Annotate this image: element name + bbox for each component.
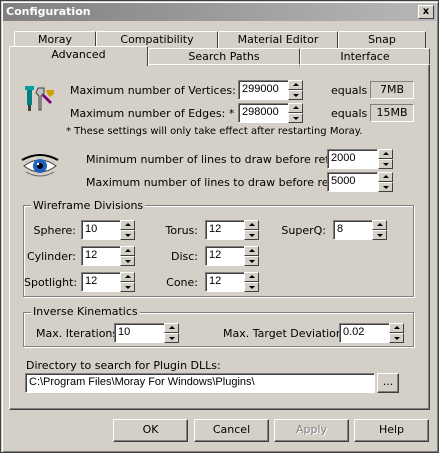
tab-material-editor[interactable]: Material Editor [218, 31, 338, 49]
max-vertices-label: Maximum number of Vertices: * [70, 84, 245, 97]
spin-down-button[interactable] [372, 230, 387, 240]
tab-label: Search Paths [188, 50, 260, 63]
ok-label: OK [142, 423, 159, 436]
spotlight-spinner[interactable] [120, 272, 135, 292]
spotlight-input[interactable]: 12 [81, 272, 121, 292]
max-iterations-input[interactable]: 10 [114, 323, 165, 343]
cylinder-spinner[interactable] [120, 246, 135, 266]
vertices-equals-label: equals [331, 84, 368, 97]
spin-up-button[interactable] [164, 323, 179, 333]
spin-down-button[interactable] [378, 182, 393, 192]
max-lines-spinner[interactable] [378, 172, 393, 192]
close-icon: x [422, 6, 430, 17]
plugin-dir-input[interactable]: C:\Program Files\Moray For Windows\Plugi… [25, 373, 375, 393]
disc-spinner[interactable] [244, 246, 259, 266]
disc-label: Disc: [170, 250, 198, 263]
torus-spinner[interactable] [244, 220, 259, 240]
spin-down-button[interactable] [120, 282, 135, 292]
spin-up-button[interactable] [288, 80, 303, 90]
max-vertices-input[interactable]: 299000 [238, 80, 289, 100]
cancel-label: Cancel [212, 423, 251, 436]
torus-input[interactable]: 12 [205, 220, 245, 240]
window-title: Configuration [6, 5, 91, 18]
help-label: Help [378, 423, 405, 436]
tab-label: Advanced [51, 48, 106, 61]
spin-down-button[interactable] [244, 282, 259, 292]
spin-down-button[interactable] [288, 90, 303, 100]
superq-spinner[interactable] [372, 220, 387, 240]
cancel-button[interactable]: Cancel [194, 419, 269, 442]
spin-up-button[interactable] [378, 172, 393, 182]
spin-up-button[interactable] [378, 149, 393, 159]
max-edges-input[interactable]: 298000 [238, 103, 289, 123]
spotlight-label: Spotlight: [24, 276, 78, 289]
max-iterations-label: Max. Iterations: [36, 327, 122, 340]
spin-up-button[interactable] [288, 103, 303, 113]
superq-label: SuperQ: [281, 224, 326, 237]
cone-label: Cone: [166, 276, 198, 289]
spin-down-button[interactable] [378, 159, 393, 169]
spin-down-button[interactable] [120, 230, 135, 240]
eye-icon [20, 152, 60, 180]
max-vertices-spinner[interactable] [288, 80, 303, 100]
wireframe-divisions-title: Wireframe Divisions [31, 199, 146, 212]
spin-down-button[interactable] [288, 113, 303, 123]
browse-label: ... [382, 375, 394, 388]
spin-up-button[interactable] [244, 272, 259, 282]
spin-down-button[interactable] [120, 256, 135, 266]
edges-memory-value: 15MB [370, 104, 414, 122]
max-lines-input[interactable]: 5000 [327, 172, 378, 192]
apply-label: Apply [295, 423, 328, 436]
spin-down-button[interactable] [244, 256, 259, 266]
edges-equals-label: equals [331, 107, 368, 120]
tab-label: Interface [340, 50, 390, 63]
plugin-dir-label: Directory to search for Plugin DLLs: [26, 359, 221, 372]
cone-input[interactable]: 12 [205, 272, 245, 292]
max-iterations-spinner[interactable] [164, 323, 179, 343]
spin-up-button[interactable] [120, 220, 135, 230]
spin-up-button[interactable] [244, 220, 259, 230]
vertices-memory-value: 7MB [370, 81, 414, 99]
wrench-tools-icon [22, 84, 58, 116]
max-edges-label: Maximum number of Edges: * [70, 107, 235, 120]
tab-label: Material Editor [237, 33, 319, 46]
close-button[interactable]: x [418, 5, 434, 19]
tab-label: Moray [38, 33, 72, 46]
max-target-deviation-spinner[interactable] [389, 323, 404, 343]
sphere-spinner[interactable] [120, 220, 135, 240]
spin-up-button[interactable] [120, 272, 135, 282]
max-target-deviation-input[interactable]: 0.02 [339, 323, 390, 343]
cylinder-label: Cylinder: [26, 250, 76, 263]
sphere-input[interactable]: 10 [81, 220, 121, 240]
spin-up-button[interactable] [389, 323, 404, 333]
sphere-label: Sphere: [33, 224, 76, 237]
spin-up-button[interactable] [372, 220, 387, 230]
title-bar: Configuration x [3, 3, 436, 21]
tab-label: Compatibility [120, 33, 194, 46]
spin-down-button[interactable] [389, 333, 404, 343]
min-lines-input[interactable]: 2000 [327, 149, 378, 169]
browse-button[interactable]: ... [377, 373, 399, 393]
help-button[interactable]: Help [354, 419, 429, 442]
ok-button[interactable]: OK [113, 419, 188, 442]
min-lines-spinner[interactable] [378, 149, 393, 169]
tab-advanced[interactable]: Advanced [9, 46, 148, 66]
superq-input[interactable]: 8 [333, 220, 373, 240]
restart-note: * These settings will only take effect a… [66, 126, 363, 137]
tab-label: Snap [368, 33, 396, 46]
spin-down-button[interactable] [244, 230, 259, 240]
max-edges-spinner[interactable] [288, 103, 303, 123]
torus-label: Torus: [165, 224, 198, 237]
tab-snap[interactable]: Snap [338, 31, 426, 49]
inverse-kinematics-title: Inverse Kinematics [31, 305, 140, 318]
spin-up-button[interactable] [244, 246, 259, 256]
cylinder-input[interactable]: 12 [81, 246, 121, 266]
max-target-deviation-label: Max. Target Deviation: [223, 327, 347, 340]
apply-button[interactable]: Apply [274, 419, 349, 442]
cone-spinner[interactable] [244, 272, 259, 292]
spin-down-button[interactable] [164, 333, 179, 343]
spin-up-button[interactable] [120, 246, 135, 256]
disc-input[interactable]: 12 [205, 246, 245, 266]
